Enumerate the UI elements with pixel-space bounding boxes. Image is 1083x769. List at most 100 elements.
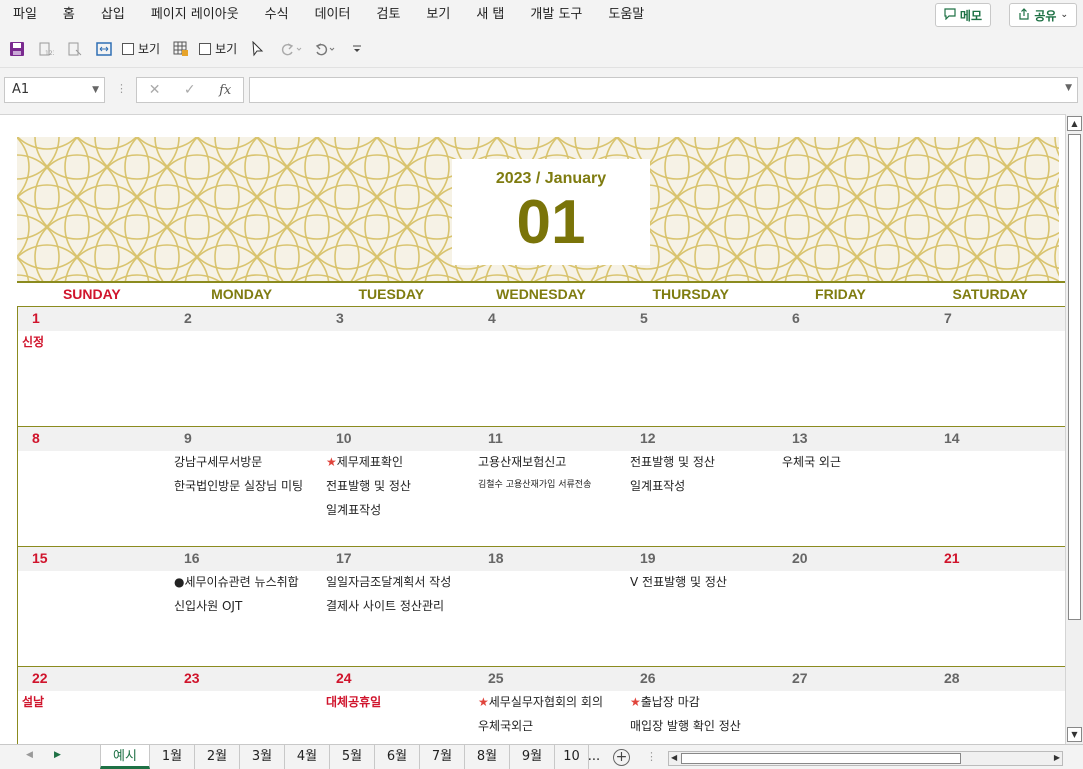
next-sheet-icon[interactable]: ▶	[54, 750, 61, 760]
menu-item[interactable]: 삽입	[88, 0, 138, 30]
table-grid-icon[interactable]	[170, 38, 192, 60]
date-number: 27	[792, 670, 808, 686]
scroll-left-icon[interactable]: ◀	[671, 753, 677, 762]
date-number: 21	[944, 550, 960, 566]
paste-values-icon[interactable]: 123	[35, 38, 57, 60]
scroll-up-icon[interactable]: ▲	[1067, 116, 1082, 131]
date-number: 10	[336, 430, 352, 446]
sheet-tab[interactable]: 8월	[465, 745, 510, 769]
day-cell[interactable]: 18	[474, 547, 626, 667]
day-cell[interactable]: 3	[322, 307, 474, 427]
menu-item[interactable]: 도움말	[595, 0, 657, 30]
scroll-down-icon[interactable]: ▼	[1067, 727, 1082, 742]
sheet-tab[interactable]: 7월	[420, 745, 465, 769]
day-cell[interactable]: 11 고용산재보험신고 김철수 고용산재가입 서류전송	[474, 427, 626, 547]
view-checkbox-1[interactable]: 보기	[122, 40, 160, 57]
calendar-event: 신입사원 OJT	[174, 597, 242, 614]
day-cell[interactable]: 21	[930, 547, 1065, 667]
sheet-tab[interactable]: 1월	[150, 745, 195, 769]
chevron-down-icon[interactable]: ▼	[92, 78, 99, 102]
ribbon-menu-bar: 파일 홈 삽입 페이지 레이아웃 수식 데이터 검토 보기 새 탭 개발 도구 도움말	[0, 0, 1083, 30]
add-sheet-icon[interactable]: +	[613, 749, 630, 766]
save-icon[interactable]	[6, 38, 28, 60]
sheet-tab[interactable]: 예시	[100, 745, 150, 769]
share-button[interactable]: 공유 ⌄	[1009, 3, 1077, 27]
chevron-down-icon[interactable]: ▼	[1065, 83, 1072, 93]
vertical-scrollbar[interactable]: ▲ ▼	[1065, 114, 1083, 744]
sheet-tab[interactable]: 6월	[375, 745, 420, 769]
event-text: V 전표발행 및 정산	[630, 575, 727, 589]
day-cell[interactable]: 13 우체국 외근	[778, 427, 930, 547]
day-cell[interactable]: 16 ●세무이슈관련 뉴스취합 신입사원 OJT	[170, 547, 322, 667]
day-cell[interactable]: 28	[930, 667, 1065, 744]
menu-item[interactable]: 파일	[0, 0, 50, 30]
date-number: 16	[184, 550, 200, 566]
menu-item[interactable]: 보기	[413, 0, 463, 30]
worksheet-area[interactable]: 2023 / January 01 SUNDAY MONDAY TUESDAY WED…	[0, 114, 1065, 744]
menu-item[interactable]: 검토	[363, 0, 413, 30]
day-cell[interactable]: 9 강남구세무서방문 한국법인방문 실장님 미팅	[170, 427, 322, 547]
sheet-tab[interactable]: 4월	[285, 745, 330, 769]
fit-page-icon[interactable]	[93, 38, 115, 60]
sheet-tab[interactable]: 5월	[330, 745, 375, 769]
customize-toolbar-icon[interactable]	[346, 38, 368, 60]
date-number: 3	[336, 310, 344, 326]
day-cell[interactable]: 2	[170, 307, 322, 427]
day-cell[interactable]: 6	[778, 307, 930, 427]
day-cell[interactable]: 27	[778, 667, 930, 744]
menu-item[interactable]: 페이지 레이아웃	[138, 0, 252, 30]
day-cell[interactable]: 7	[930, 307, 1065, 427]
sheet-tab[interactable]: 9월	[510, 745, 555, 769]
day-cell[interactable]: 12 전표발행 및 정산 일계표작성	[626, 427, 778, 547]
day-name-header: FRIDAY	[815, 286, 866, 302]
select-objects-icon[interactable]	[247, 38, 269, 60]
calendar-title-box: 2023 / January 01	[452, 159, 650, 265]
menu-item[interactable]: 데이터	[302, 0, 364, 30]
calendar-event: 결제사 사이트 정산관리	[326, 597, 444, 614]
formula-input[interactable]: ▼	[249, 77, 1078, 103]
day-cell[interactable]: 4	[474, 307, 626, 427]
menu-item[interactable]: 홈	[50, 0, 88, 30]
day-cell[interactable]: 10 ★제무제표확인 전표발행 및 정산 일계표작성	[322, 427, 474, 547]
event-text: 우체국 외근	[782, 455, 842, 469]
day-cell[interactable]: 19 V 전표발행 및 정산	[626, 547, 778, 667]
date-number: 12	[640, 430, 656, 446]
horizontal-scrollbar[interactable]: ◀ ▶	[668, 751, 1063, 766]
menu-item[interactable]: 새 탭	[463, 0, 517, 30]
view-checkbox-2[interactable]: 보기	[199, 40, 237, 57]
event-text: 결제사 사이트 정산관리	[326, 599, 445, 613]
day-cell[interactable]: 14	[930, 427, 1065, 547]
day-cell[interactable]: 8	[18, 427, 170, 547]
day-cell[interactable]: 22 설날	[18, 667, 170, 744]
day-cell[interactable]: 5	[626, 307, 778, 427]
name-box[interactable]: A1 ▼	[4, 77, 105, 103]
day-cell[interactable]: 26 ★출납장 마감 매입장 발행 확인 정산	[626, 667, 778, 744]
day-cell[interactable]: 24 대체공휴일	[322, 667, 474, 744]
sheet-tab[interactable]: 2월	[195, 745, 240, 769]
day-cell[interactable]: 17 일일자금조달계획서 작성 결제사 사이트 정산관리	[322, 547, 474, 667]
prev-sheet-icon[interactable]: ◀	[26, 750, 33, 760]
paste-format-icon[interactable]	[64, 38, 86, 60]
confirm-icon[interactable]: ✓	[184, 82, 196, 98]
day-cell[interactable]: 25 ★세무실무자협회의 회의 우체국외근	[474, 667, 626, 744]
date-number: 22	[32, 670, 48, 686]
menu-item[interactable]: 개발 도구	[517, 0, 595, 30]
cancel-icon[interactable]: ✕	[149, 82, 161, 98]
more-tabs[interactable]: ...	[584, 745, 604, 769]
event-text: 일일자금조달계획서 작성	[326, 575, 452, 589]
day-cell[interactable]: 20	[778, 547, 930, 667]
scroll-thumb[interactable]	[681, 753, 961, 764]
memo-button[interactable]: 메모	[934, 3, 991, 27]
more-vertical-icon: ⋮	[116, 82, 127, 95]
scroll-right-icon[interactable]: ▶	[1054, 753, 1060, 762]
menu-item[interactable]: 수식	[252, 0, 302, 30]
day-cell[interactable]: 1 신정	[18, 307, 170, 427]
redo-icon[interactable]	[276, 38, 304, 60]
insert-function-icon[interactable]: fx	[219, 83, 231, 98]
date-number: 20	[792, 550, 808, 566]
sheet-tab[interactable]: 3월	[240, 745, 285, 769]
scroll-thumb[interactable]	[1068, 134, 1081, 620]
day-cell[interactable]: 23	[170, 667, 322, 744]
undo-icon[interactable]	[311, 38, 339, 60]
day-cell[interactable]: 15	[18, 547, 170, 667]
